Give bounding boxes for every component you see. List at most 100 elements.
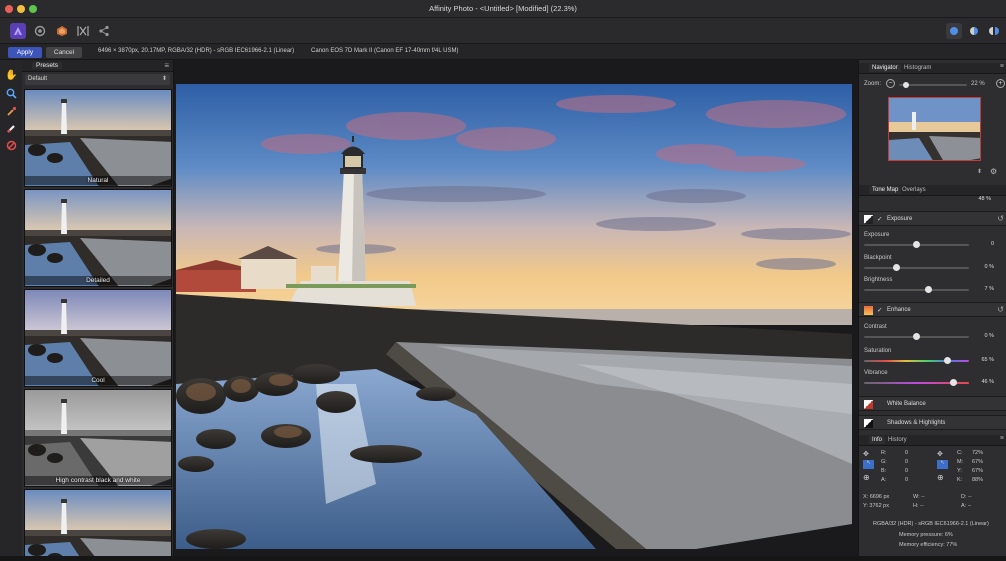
eyedropper-icon[interactable] bbox=[5, 106, 17, 118]
saturation-slider-knob[interactable] bbox=[944, 357, 952, 364]
magenta-label: M: bbox=[957, 459, 964, 465]
enhance-section-label: Enhance bbox=[887, 307, 911, 313]
zoom-slider[interactable] bbox=[899, 82, 967, 88]
white-balance-section[interactable]: White Balance bbox=[859, 396, 1006, 411]
zoom-in-icon[interactable]: + bbox=[996, 79, 1005, 88]
vibrance-slider[interactable] bbox=[864, 379, 969, 386]
lighthouse-photo bbox=[176, 84, 852, 549]
color-picker-icon[interactable]: ✥ bbox=[937, 450, 943, 458]
zoom-value: 22 % bbox=[971, 81, 985, 87]
memory-pressure: Memory pressure: 6% bbox=[899, 532, 953, 538]
blue-value: 0 bbox=[905, 468, 909, 474]
reset-icon[interactable]: ↺ bbox=[997, 214, 1004, 223]
saturation-label: Saturation bbox=[864, 348, 892, 354]
magenta-value: 67% bbox=[972, 459, 984, 465]
blackpoint-slider[interactable] bbox=[864, 264, 969, 271]
yellow-value: 67% bbox=[972, 468, 984, 474]
distance-readout: D: -- bbox=[961, 494, 972, 500]
exposure-slider-knob[interactable] bbox=[913, 241, 920, 248]
photo-canvas[interactable] bbox=[176, 84, 852, 549]
preset-label: High contrast black and white bbox=[25, 476, 171, 485]
exposure-section[interactable]: ✓ Exposure ↺ bbox=[859, 211, 1006, 226]
preset-thumbnail[interactable]: High contrast black and white bbox=[24, 389, 172, 487]
preset-thumbnail[interactable]: Detailed bbox=[24, 189, 172, 287]
red-value: 0 bbox=[905, 450, 909, 456]
checkmark-icon[interactable]: ✓ bbox=[877, 306, 882, 314]
preset-category-select[interactable]: Default ⬍ bbox=[25, 74, 170, 85]
gear-icon[interactable]: ⚙ bbox=[990, 167, 997, 176]
liquify-persona-icon[interactable] bbox=[75, 23, 91, 39]
width-readout: W: -- bbox=[913, 494, 925, 500]
contrast-value[interactable]: 0 % bbox=[972, 332, 994, 340]
window-title: Affinity Photo - <Untitled> [Modified] (… bbox=[429, 4, 577, 13]
pointer-icon[interactable]: ↖ bbox=[863, 460, 874, 469]
cancel-button[interactable]: Cancel bbox=[46, 47, 82, 58]
app-window: Affinity Photo - <Untitled> [Modified] (… bbox=[0, 0, 1006, 561]
saturation-value[interactable]: 65 % bbox=[972, 356, 994, 364]
affinity-logo-icon[interactable] bbox=[10, 23, 26, 39]
split-view-icon[interactable] bbox=[966, 23, 982, 39]
view-mode-icon[interactable] bbox=[946, 23, 962, 39]
tools-panel: ✋ bbox=[0, 60, 22, 561]
white-balance-icon bbox=[864, 400, 873, 409]
alpha-label: A: bbox=[881, 477, 887, 483]
image-info: 6496 × 3870px, 20.17MP, RGBA/32 (HDR) - … bbox=[98, 48, 295, 54]
green-label: G: bbox=[881, 459, 887, 465]
brush-icon[interactable] bbox=[5, 123, 17, 135]
panel-menu-icon[interactable]: ≡ bbox=[164, 61, 169, 70]
brightness-slider-knob[interactable] bbox=[924, 286, 932, 293]
main-toolbar bbox=[0, 18, 1006, 44]
pointer-icon[interactable]: ↖ bbox=[937, 460, 948, 469]
navigator-preview[interactable] bbox=[888, 97, 981, 161]
tab-tone-map[interactable]: Tone Map bbox=[869, 186, 902, 194]
zoom-slider-knob[interactable] bbox=[903, 82, 909, 88]
brightness-slider[interactable] bbox=[864, 286, 969, 293]
tone-map-persona-icon[interactable] bbox=[54, 23, 70, 39]
brightness-value[interactable]: 7 % bbox=[972, 285, 994, 293]
zoom-icon[interactable] bbox=[5, 88, 17, 100]
saturation-slider[interactable] bbox=[864, 357, 969, 364]
hand-icon[interactable]: ✋ bbox=[5, 70, 17, 82]
color-picker-icon[interactable]: ✥ bbox=[863, 450, 869, 458]
shadows-highlights-section[interactable]: Shadows & Highlights bbox=[859, 415, 1006, 430]
tab-navigator[interactable]: Navigator bbox=[869, 64, 901, 72]
preset-thumbnail[interactable]: Natural bbox=[24, 89, 172, 187]
vibrance-label: Vibrance bbox=[864, 370, 888, 376]
panel-menu-icon[interactable]: ≡ bbox=[1000, 435, 1004, 442]
tab-overlays[interactable]: Overlays bbox=[899, 186, 929, 194]
preset-thumbnail[interactable]: Cool bbox=[24, 289, 172, 387]
exposure-slider[interactable] bbox=[864, 241, 969, 248]
navigator-tab-row: Navigator Histogram ≡ bbox=[859, 63, 1006, 74]
contrast-label: Contrast bbox=[864, 324, 887, 330]
erase-icon[interactable] bbox=[5, 140, 17, 152]
crosshair-icon[interactable]: ⊕ bbox=[863, 473, 870, 482]
contrast-slider[interactable] bbox=[864, 333, 969, 340]
blackpoint-slider-knob[interactable] bbox=[893, 264, 901, 271]
crosshair-icon[interactable]: ⊕ bbox=[937, 473, 944, 482]
export-persona-icon[interactable] bbox=[96, 23, 112, 39]
mirror-view-icon[interactable] bbox=[986, 23, 1002, 39]
cyan-label: C: bbox=[957, 450, 963, 456]
preset-thumbnail[interactable] bbox=[24, 489, 172, 561]
exposure-value[interactable]: 0 bbox=[972, 240, 994, 248]
vibrance-slider-knob[interactable] bbox=[950, 379, 958, 386]
checkmark-icon[interactable]: ✓ bbox=[877, 215, 882, 223]
tab-presets[interactable]: Presets bbox=[32, 62, 63, 69]
tab-histogram[interactable]: Histogram bbox=[901, 64, 934, 72]
reset-icon[interactable]: ↺ bbox=[997, 305, 1004, 314]
enhance-section[interactable]: ✓ Enhance ↺ bbox=[859, 302, 1006, 317]
apply-button[interactable]: Apply bbox=[8, 47, 42, 58]
white-balance-label: White Balance bbox=[887, 401, 926, 407]
contrast-slider-knob[interactable] bbox=[913, 333, 920, 340]
canvas-area[interactable] bbox=[174, 60, 858, 556]
green-value: 0 bbox=[905, 459, 909, 465]
chevron-updown-icon[interactable]: ⬍ bbox=[977, 168, 982, 175]
blackpoint-value[interactable]: 0 % bbox=[972, 263, 994, 271]
panel-menu-icon[interactable]: ≡ bbox=[1000, 63, 1004, 70]
tab-info[interactable]: Info bbox=[869, 436, 886, 444]
zoom-out-icon[interactable]: − bbox=[886, 79, 895, 88]
vibrance-value[interactable]: 46 % bbox=[972, 378, 994, 386]
black-value: 88% bbox=[972, 477, 984, 483]
tab-history[interactable]: History bbox=[885, 436, 910, 444]
develop-persona-icon[interactable] bbox=[32, 23, 48, 39]
